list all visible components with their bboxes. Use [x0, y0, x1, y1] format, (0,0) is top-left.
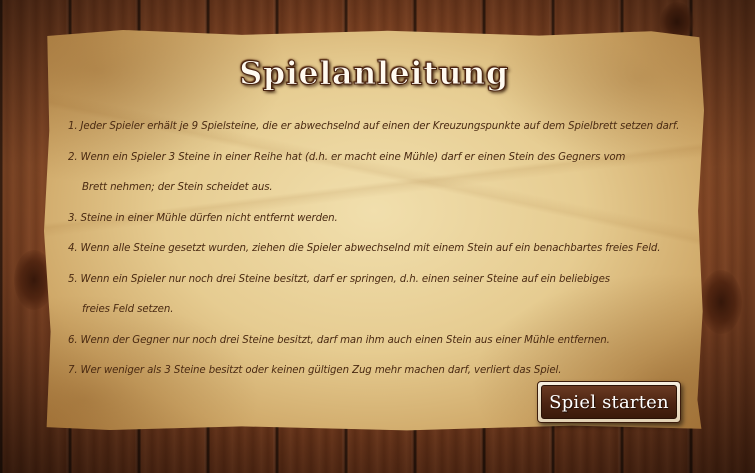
- wood-knot: [700, 270, 742, 334]
- rule-text: Jeder Spieler erhält je 9 Spielsteine, d…: [80, 121, 680, 132]
- rule-number: 2.: [68, 151, 78, 163]
- rule-text: Wenn ein Spieler nur noch drei Steine be…: [80, 273, 611, 285]
- rule-item: 5. Wenn ein Spieler nur noch drei Steine …: [68, 265, 698, 326]
- rules-list: 1. Jeder Spieler erhält je 9 Spielsteine,…: [68, 112, 698, 387]
- rule-text-continued: Brett nehmen; der Stein scheidet aus.: [82, 182, 273, 193]
- rule-item: 2. Wenn ein Spieler 3 Steine in einer Rei…: [68, 143, 698, 204]
- instructions-parchment: Spielanleitung 1. Jeder Spieler erhält je…: [44, 30, 704, 431]
- rule-text: Wenn der Gegner nur noch drei Steine bes…: [80, 334, 610, 346]
- rule-item: 6. Wenn der Gegner nur noch drei Steine b…: [68, 326, 698, 357]
- rule-number: 4.: [68, 243, 78, 254]
- rule-text: Wenn alle Steine gesetzt wurden, ziehen …: [80, 243, 661, 254]
- rule-text: Wer weniger als 3 Steine besitzt oder ke…: [80, 365, 562, 376]
- rule-text-continued: freies Feld setzen.: [82, 304, 174, 315]
- rule-number: 5.: [68, 273, 78, 285]
- start-game-button-face[interactable]: Spiel starten: [541, 385, 677, 419]
- rule-item: 3. Steine in einer Mühle dürfen nicht ent…: [68, 204, 698, 235]
- page-title: Spielanleitung: [239, 54, 509, 93]
- rule-item: 1. Jeder Spieler erhält je 9 Spielsteine,…: [68, 112, 698, 143]
- rule-text: Wenn ein Spieler 3 Steine in einer Reihe…: [80, 151, 626, 163]
- start-game-button-label: Spiel starten: [549, 391, 669, 413]
- rule-number: 7.: [68, 365, 78, 376]
- rule-item: 4. Wenn alle Steine gesetzt wurden, ziehe…: [68, 234, 698, 265]
- rule-number: 6.: [68, 334, 78, 346]
- rule-number: 3.: [68, 212, 78, 224]
- rule-number: 1.: [68, 121, 78, 132]
- rule-text: Steine in einer Mühle dürfen nicht entfe…: [80, 212, 338, 224]
- start-game-button[interactable]: Spiel starten: [537, 381, 681, 423]
